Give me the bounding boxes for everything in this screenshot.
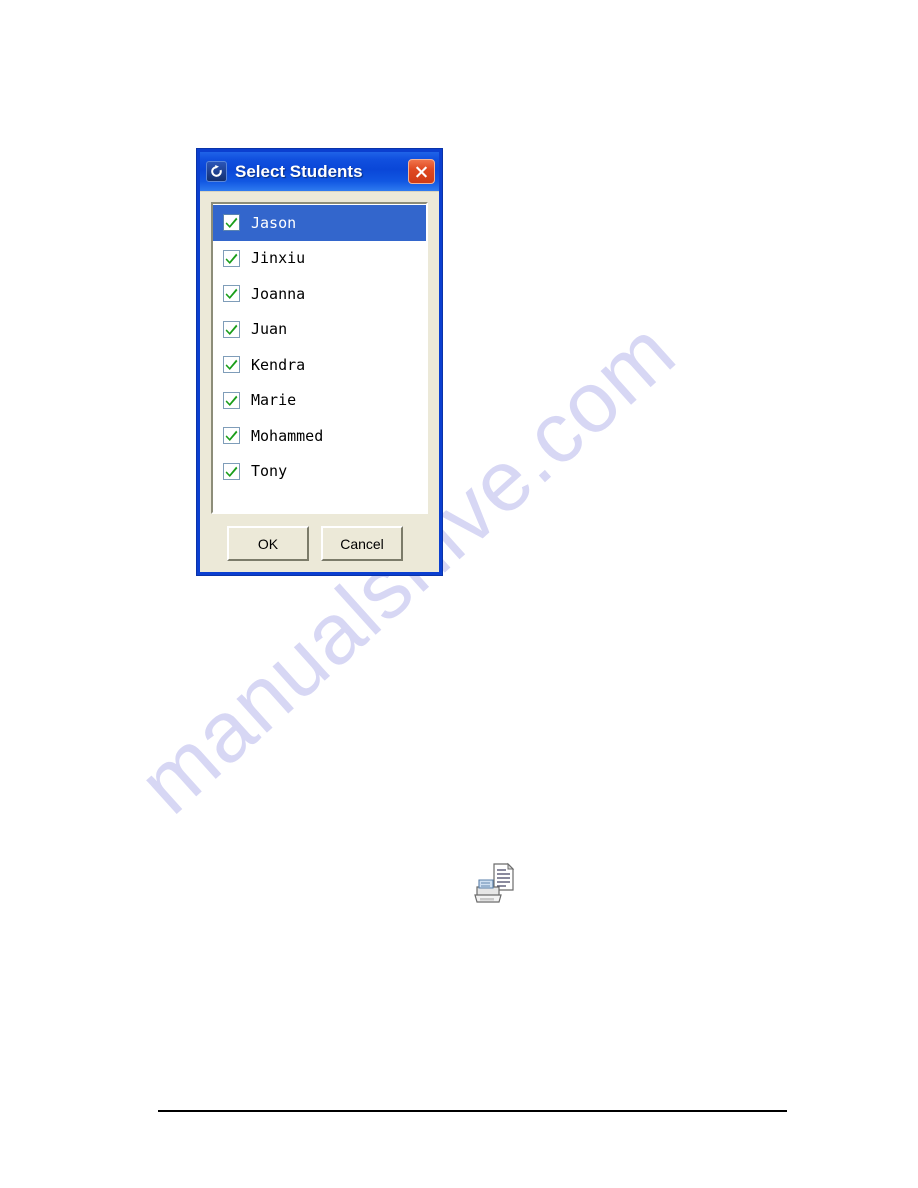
student-row[interactable]: Marie [213,383,426,419]
student-row[interactable]: Juan [213,312,426,348]
student-name: Mohammed [251,426,324,445]
checkbox-checked-icon[interactable] [223,391,240,409]
app-logo-icon [206,161,227,182]
student-name: Joanna [251,284,306,303]
student-row[interactable]: Jinxiu [213,241,426,277]
dialog-titlebar[interactable]: Select Students [200,152,439,191]
dialog-body: Jason Jinxiu Joanna Juan Kendra Marie Mohammed… [200,191,439,572]
checkbox-checked-icon[interactable] [223,285,240,303]
student-name: Marie [251,391,297,410]
student-row[interactable]: Joanna [213,276,426,312]
checkbox-checked-icon[interactable] [223,320,240,338]
page-watermark: manualshive.com [0,0,918,1188]
student-row[interactable]: Mohammed [213,418,426,454]
checkbox-checked-icon[interactable] [223,214,240,232]
ok-button[interactable]: OK [227,526,309,561]
dialog-title: Select Students [235,161,363,181]
student-list[interactable]: Jason Jinxiu Joanna Juan Kendra Marie Mohammed… [211,202,428,514]
student-name: Kendra [251,355,306,374]
close-icon[interactable] [408,159,435,184]
checkbox-checked-icon[interactable] [223,427,240,445]
student-row[interactable]: Tony [213,454,426,490]
student-name: Tony [251,462,288,481]
footer-rule [158,1110,787,1112]
student-name: Jason [251,213,297,232]
student-row[interactable]: Jason [213,205,426,241]
student-name: Juan [251,320,288,339]
student-row[interactable]: Kendra [213,347,426,383]
checkbox-checked-icon[interactable] [223,356,240,374]
student-name: Jinxiu [251,249,306,268]
checkbox-checked-icon[interactable] [223,249,240,267]
dialog-button-row: OK Cancel [211,514,428,561]
checkbox-checked-icon[interactable] [223,462,240,480]
select-students-dialog: Select Students Jason Jinxiu Joanna Juan Ken… [196,148,443,576]
printer-icon [472,862,518,904]
cancel-button[interactable]: Cancel [321,526,403,561]
